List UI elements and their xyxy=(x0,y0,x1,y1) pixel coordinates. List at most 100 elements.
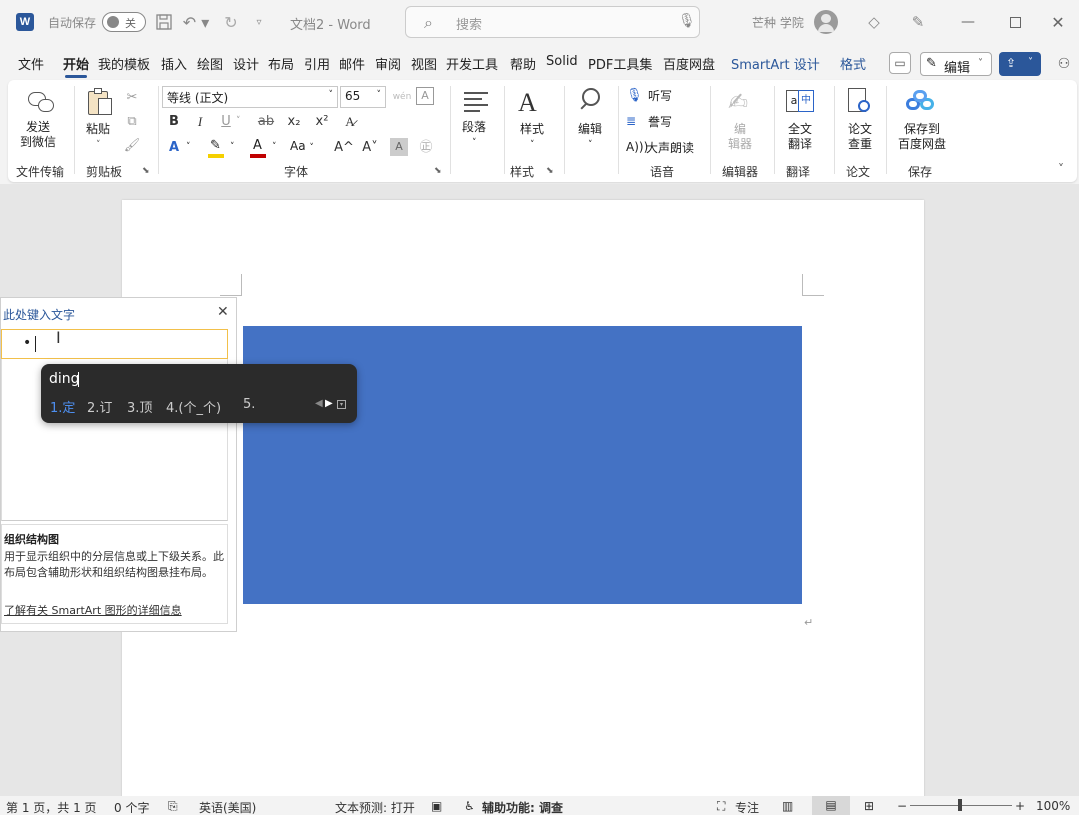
subscript-button[interactable]: x₂ xyxy=(284,112,304,132)
smartart-help-link[interactable]: 了解有关 SmartArt 图形的详细信息 xyxy=(4,602,182,618)
tab-my-templates[interactable]: 我的模板 xyxy=(98,54,150,73)
zoom-level[interactable]: 100% xyxy=(1036,799,1070,813)
paste-button[interactable]: 粘贴 ˅ xyxy=(82,88,116,158)
clipboard-launcher-icon[interactable]: ⬊ xyxy=(142,166,150,176)
transcribe-button[interactable]: ≣ 誊写 xyxy=(626,114,696,132)
clear-formatting-icon[interactable]: A̷ xyxy=(340,112,360,132)
grow-font-button[interactable]: A^ xyxy=(334,138,354,158)
editor-button[interactable]: ✍ 编 辑器 xyxy=(720,88,760,154)
tab-insert[interactable]: 插入 xyxy=(161,54,187,73)
pen-icon[interactable]: ✎ xyxy=(908,12,928,32)
paper-check-button[interactable]: 论文 查重 xyxy=(840,88,880,154)
tab-view[interactable]: 视图 xyxy=(411,54,437,73)
tab-references[interactable]: 引用 xyxy=(304,54,330,73)
send-to-wechat-button[interactable]: 发送 到微信 xyxy=(20,88,62,154)
zoom-slider-thumb[interactable] xyxy=(958,799,962,811)
comments-button[interactable]: ▭ xyxy=(889,52,911,74)
tab-home[interactable]: 开始 xyxy=(63,54,89,78)
text-pane-input[interactable]: • Ⅰ xyxy=(1,328,228,359)
styles-button[interactable]: A 样式 ˅ xyxy=(512,88,552,154)
highlight-color-icon[interactable]: ✎ xyxy=(206,138,226,158)
undo-icon[interactable]: ↶ ▾ xyxy=(182,12,210,32)
ime-candidate-2[interactable]: 2.订 xyxy=(87,397,112,416)
zoom-in-icon[interactable]: + xyxy=(1015,799,1025,813)
read-aloud-button[interactable]: A))) 大声朗读 xyxy=(626,140,706,158)
save-icon[interactable] xyxy=(154,12,174,32)
tab-design[interactable]: 设计 xyxy=(233,54,259,73)
character-shading-icon[interactable]: A xyxy=(390,138,408,156)
save-to-baidu-button[interactable]: 保存到 百度网盘 xyxy=(892,88,952,154)
redo-icon[interactable]: ↻ xyxy=(221,12,241,32)
tab-layout[interactable]: 布局 xyxy=(268,54,294,73)
full-text-translate-button[interactable]: a 中 全文 翻译 xyxy=(780,88,820,154)
tab-file[interactable]: 文件 xyxy=(18,54,44,73)
language[interactable]: 英语(美国) xyxy=(199,799,256,815)
tab-review[interactable]: 审阅 xyxy=(375,54,401,73)
customize-qat-icon[interactable]: ▿ xyxy=(252,12,266,32)
tab-draw[interactable]: 绘图 xyxy=(197,54,223,73)
page-count[interactable]: 第 1 页，共 1 页 xyxy=(6,799,97,815)
dictate-button[interactable]: 🎙 听写 xyxy=(626,88,696,106)
cut-icon[interactable]: ✂ xyxy=(122,88,142,108)
tab-format[interactable]: 格式 xyxy=(840,54,866,73)
tab-mailings[interactable]: 邮件 xyxy=(339,54,365,73)
italic-button[interactable]: I xyxy=(190,112,210,132)
tab-baidu-netdisk[interactable]: 百度网盘 xyxy=(663,54,715,73)
tab-developer[interactable]: 开发工具 xyxy=(446,54,498,73)
ime-candidate-5[interactable]: 5. xyxy=(243,397,255,412)
close-icon[interactable]: ✕ xyxy=(217,304,229,320)
superscript-button[interactable]: x² xyxy=(312,112,332,132)
editing-mode-button[interactable]: ✎ 编辑 ˅ xyxy=(920,52,992,76)
font-size-select[interactable]: 65 ˅ xyxy=(340,86,386,108)
word-logo-icon[interactable]: W xyxy=(16,13,34,31)
share-button[interactable]: ⇪ ˅ xyxy=(999,52,1041,76)
font-name-select[interactable]: 等线 (正文) ˅ xyxy=(162,86,338,108)
read-mode-icon[interactable]: ▥ xyxy=(782,799,793,813)
copy-icon[interactable]: ⧉ xyxy=(122,112,142,132)
coauthor-icon[interactable]: ⚇ xyxy=(1054,54,1074,74)
search-box[interactable]: ⌕ 搜索 🎙 xyxy=(405,6,700,38)
underline-button[interactable]: U xyxy=(216,112,236,132)
focus-mode[interactable]: 专注 xyxy=(735,799,759,815)
bold-button[interactable]: B xyxy=(164,112,184,132)
proofing-icon[interactable]: ⎘ xyxy=(168,799,178,814)
text-effects-icon[interactable]: A xyxy=(164,138,184,158)
change-case-button[interactable]: Aa ˅ xyxy=(290,139,326,157)
zoom-out-icon[interactable]: − xyxy=(897,799,907,813)
ime-prev-icon[interactable]: ◀ xyxy=(315,398,323,409)
maximize-icon[interactable] xyxy=(1005,12,1025,32)
minimize-icon[interactable]: — xyxy=(958,12,978,32)
enclose-characters-icon[interactable]: ㊣ xyxy=(416,138,436,158)
accessibility-status[interactable]: 辅助功能: 调查 xyxy=(482,799,563,815)
editing-button[interactable]: 编辑 ˅ xyxy=(570,88,610,154)
text-prediction[interactable]: 文本预测: 打开 xyxy=(335,799,415,815)
paragraph-button[interactable]: 段落 ˅ xyxy=(456,88,496,154)
diamond-icon[interactable]: ◇ xyxy=(864,12,884,32)
ime-next-icon[interactable]: ▶ xyxy=(325,398,333,409)
close-icon[interactable]: ✕ xyxy=(1048,12,1068,32)
ime-expand-icon[interactable]: ▾ xyxy=(337,400,346,409)
styles-launcher-icon[interactable]: ⬊ xyxy=(546,166,554,176)
shrink-font-button[interactable]: A˅ xyxy=(360,138,380,158)
web-layout-icon[interactable]: ⊞ xyxy=(864,799,874,813)
zoom-slider[interactable] xyxy=(910,799,1012,811)
collapse-ribbon-icon[interactable]: ˅ xyxy=(1058,162,1064,176)
tab-smartart-design[interactable]: SmartArt 设计 xyxy=(731,54,820,73)
word-count[interactable]: 0 个字 xyxy=(114,799,149,815)
ime-candidate-4[interactable]: 4.(个_个) xyxy=(166,397,221,416)
character-border-icon[interactable]: A xyxy=(416,87,434,105)
print-layout-icon[interactable]: ▤ xyxy=(812,796,850,815)
format-painter-icon[interactable]: 🖌 xyxy=(122,136,142,156)
tab-solid[interactable]: Solid xyxy=(546,54,578,69)
predict-icon[interactable]: ▣ xyxy=(431,799,442,813)
phonetic-guide-icon[interactable]: wén xyxy=(392,87,412,107)
autosave-toggle[interactable]: 关 xyxy=(102,12,146,32)
tab-pdf-tools[interactable]: PDF工具集 xyxy=(588,54,652,73)
ime-candidate-1[interactable]: 1.定 xyxy=(50,397,75,416)
ime-candidate-3[interactable]: 3.顶 xyxy=(127,397,152,416)
microphone-icon[interactable]: 🎙 xyxy=(678,13,696,29)
tab-help[interactable]: 帮助 xyxy=(510,54,536,73)
font-launcher-icon[interactable]: ⬊ xyxy=(434,166,442,176)
avatar[interactable] xyxy=(814,10,838,34)
strikethrough-button[interactable]: ab xyxy=(256,112,276,132)
